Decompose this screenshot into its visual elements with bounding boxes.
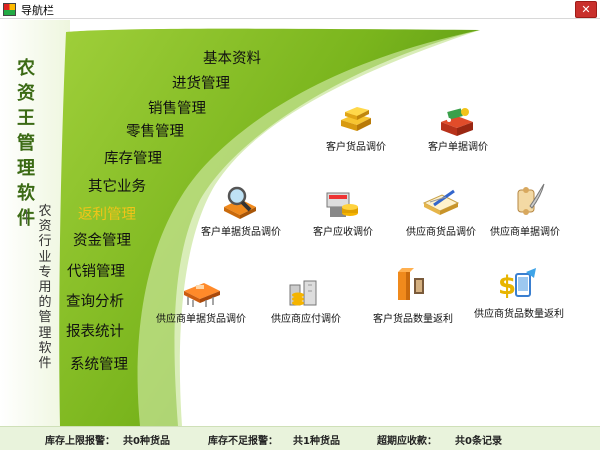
- menu-item-basic-data[interactable]: 基本资料: [203, 47, 261, 68]
- menu-item-purchase[interactable]: 进货管理: [172, 72, 230, 93]
- red-box-icon[interactable]: [435, 104, 479, 142]
- menu-item-other-business[interactable]: 其它业务: [88, 175, 146, 196]
- menu-item-reports[interactable]: 报表统计: [66, 320, 124, 341]
- function-label[interactable]: 供应商单据调价: [490, 223, 560, 238]
- magnifier-icon[interactable]: [220, 185, 260, 225]
- function-label[interactable]: 客户单据货品调价: [201, 223, 281, 238]
- status-label-understock: 库存不足报警：: [208, 436, 278, 447]
- notepad-pen-icon[interactable]: [420, 185, 460, 223]
- menu-item-rebate[interactable]: 返利管理: [78, 203, 136, 224]
- svg-text:$: $: [498, 271, 516, 301]
- window-title: 导航栏: [21, 4, 54, 17]
- coins-icon[interactable]: [322, 185, 362, 227]
- status-value-overstock[interactable]: 共0种货品: [123, 432, 170, 447]
- brand-name: 农资王管理软件: [17, 58, 35, 229]
- function-label[interactable]: 客户应收调价: [313, 223, 373, 238]
- title-bar: 导航栏 ✕: [0, 0, 600, 19]
- menu-item-retail[interactable]: 零售管理: [126, 120, 184, 141]
- navigation-panel: 农资王管理软件 农资行业专用的管理软件 基本资料进货管理销售管理 零售管理库存管理…: [0, 20, 600, 426]
- menu-item-inventory[interactable]: 库存管理: [104, 147, 162, 168]
- scroll-quill-icon[interactable]: [512, 182, 546, 222]
- function-label[interactable]: 供应商单据货品调价: [156, 310, 246, 325]
- gold-bars-icon[interactable]: [335, 100, 377, 138]
- app-icon: [3, 3, 16, 16]
- coin-stack-icon[interactable]: [286, 273, 322, 313]
- function-label[interactable]: 供应商货品数量返利: [474, 305, 564, 320]
- function-label[interactable]: 客户货品数量返利: [373, 310, 453, 325]
- menu-item-query-analysis[interactable]: 查询分析: [66, 290, 124, 311]
- close-button[interactable]: ✕: [575, 1, 597, 18]
- status-bar: 库存上限报警： 共0种货品 库存不足报警： 共1种货品 超期应收款： 共0条记录: [0, 426, 600, 450]
- dollar-mobile-icon[interactable]: $: [496, 266, 542, 306]
- status-value-understock[interactable]: 共1种货品: [293, 432, 340, 447]
- pillar-icon[interactable]: [392, 268, 432, 308]
- chip-icon[interactable]: [180, 275, 224, 313]
- brand-divider: [26, 210, 27, 224]
- function-label[interactable]: 供应商货品调价: [406, 223, 476, 238]
- function-label[interactable]: 客户单据调价: [428, 138, 488, 153]
- status-value-overdue[interactable]: 共0条记录: [455, 432, 502, 447]
- menu-item-sales[interactable]: 销售管理: [148, 97, 206, 118]
- brand-subtitle: 农资行业专用的管理软件: [38, 204, 52, 372]
- menu-item-funds[interactable]: 资金管理: [73, 229, 131, 250]
- status-label-overdue: 超期应收款：: [377, 436, 437, 447]
- menu-item-consignment[interactable]: 代销管理: [67, 260, 125, 281]
- menu-item-system[interactable]: 系统管理: [70, 353, 128, 374]
- function-label[interactable]: 供应商应付调价: [271, 310, 341, 325]
- function-label[interactable]: 客户货品调价: [326, 138, 386, 153]
- status-label-overstock: 库存上限报警：: [45, 436, 115, 447]
